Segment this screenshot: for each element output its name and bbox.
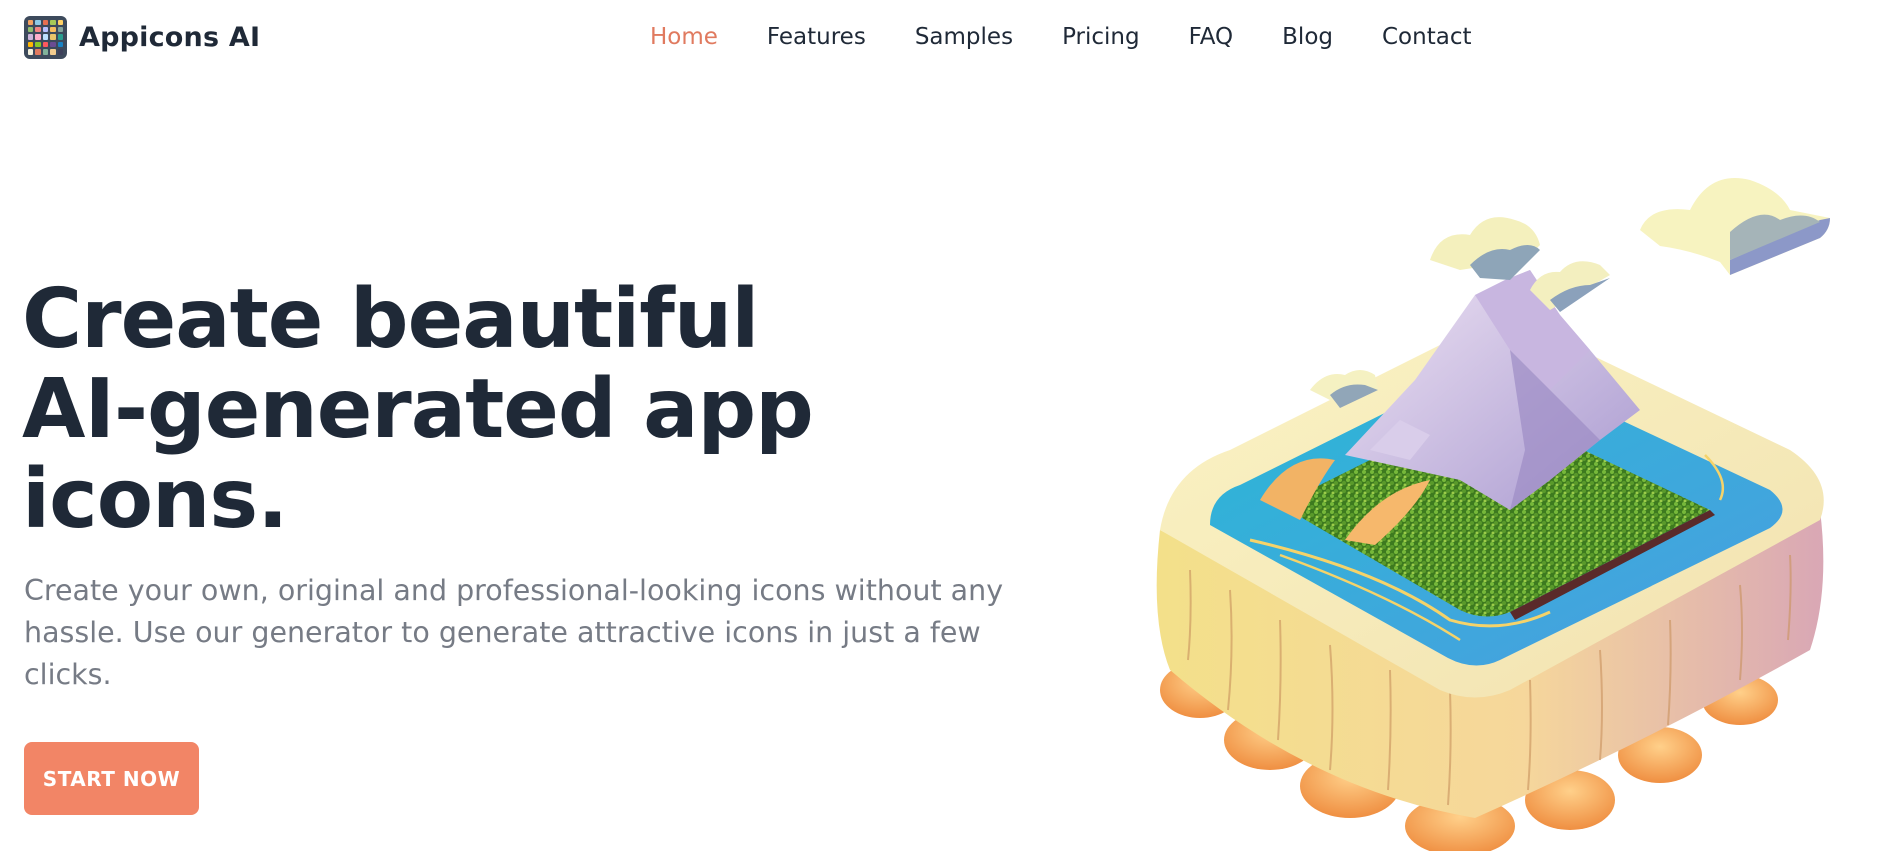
brand-home-link[interactable]: Appicons AI — [24, 15, 261, 59]
hero-title-line-1: Create beautiful — [22, 272, 759, 367]
island-illustration — [1156, 178, 1830, 851]
floating-cloud — [1640, 178, 1830, 275]
main-nav: Home Features Samples Pricing FAQ Blog C… — [650, 18, 1471, 56]
nav-features[interactable]: Features — [767, 24, 866, 50]
nav-blog[interactable]: Blog — [1282, 24, 1333, 50]
app-logo-icon — [24, 15, 67, 59]
nav-pricing[interactable]: Pricing — [1062, 24, 1140, 50]
landing-page: Appicons AI Home Features Samples Pricin… — [0, 0, 1893, 851]
nav-home[interactable]: Home — [650, 24, 718, 50]
hero-title-line-2: AI-generated app — [22, 362, 814, 457]
site-header: Appicons AI Home Features Samples Pricin… — [0, 0, 1893, 74]
nav-faq[interactable]: FAQ — [1189, 24, 1234, 50]
brand-name: Appicons AI — [79, 21, 261, 53]
hero-subtitle: Create your own, original and profession… — [24, 574, 1004, 691]
start-now-button[interactable]: START NOW — [24, 742, 199, 815]
nav-samples[interactable]: Samples — [915, 24, 1013, 50]
hero-title-line-3: icons. — [22, 452, 288, 547]
nav-contact[interactable]: Contact — [1382, 24, 1471, 50]
hero-title: Create beautiful AI-generated app icons. — [22, 275, 882, 545]
